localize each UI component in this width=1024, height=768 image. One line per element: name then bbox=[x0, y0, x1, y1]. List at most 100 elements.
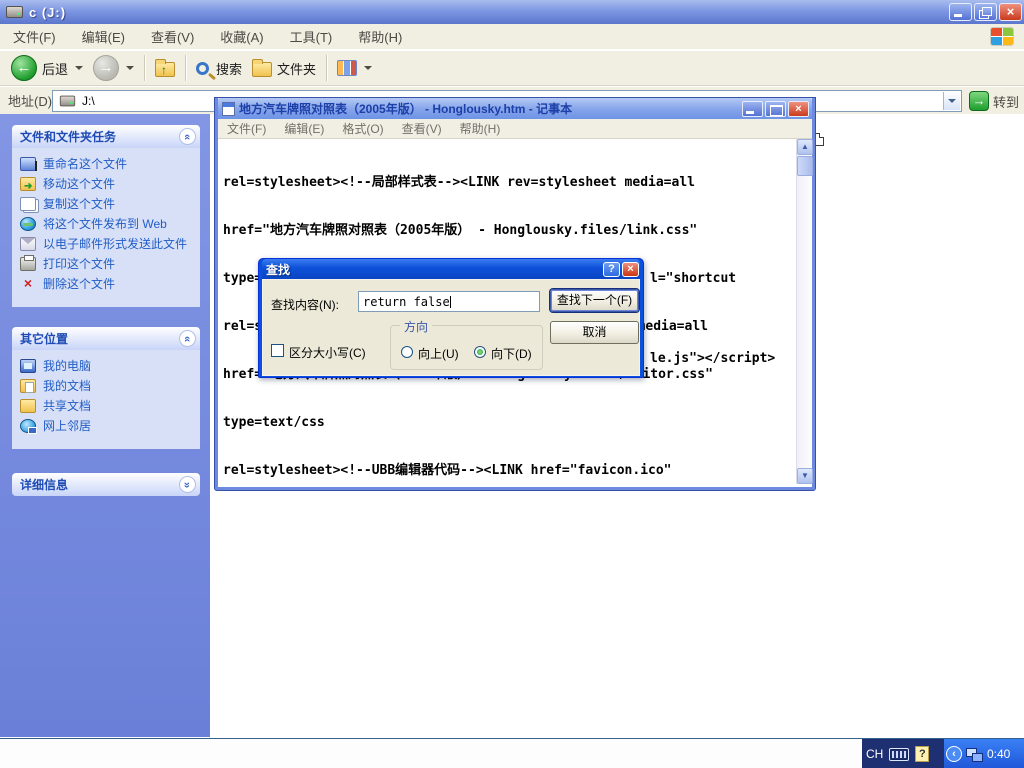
windows-logo-icon bbox=[990, 27, 1014, 46]
drive-icon bbox=[6, 6, 23, 18]
desktop-icon-fragment bbox=[814, 133, 824, 146]
explorer-title: c (J:) bbox=[29, 5, 66, 20]
up-button[interactable]: ↑ bbox=[150, 57, 180, 79]
notepad-titlebar[interactable]: 地方汽车牌照对照表（2005年版） - Honglousky.htm - 记事本… bbox=[218, 98, 812, 119]
search-button[interactable]: 搜索 bbox=[191, 57, 247, 80]
publish-web-icon bbox=[20, 217, 36, 231]
my-computer-icon bbox=[20, 359, 36, 373]
notepad-vertical-scrollbar[interactable]: ▲ ▼ bbox=[796, 139, 812, 484]
match-case-checkbox[interactable] bbox=[271, 344, 284, 357]
views-button[interactable] bbox=[332, 58, 377, 78]
task-copy-file[interactable]: 复制这个文件 bbox=[20, 197, 196, 211]
find-dialog-titlebar[interactable]: 查找 ? × bbox=[262, 259, 640, 279]
folders-button[interactable]: 文件夹 bbox=[247, 57, 321, 80]
scrollbar-thumb[interactable] bbox=[797, 156, 813, 176]
direction-up-radio[interactable] bbox=[401, 346, 413, 358]
explorer-close-button[interactable]: × bbox=[999, 3, 1022, 21]
scroll-up-icon[interactable]: ▲ bbox=[797, 139, 813, 155]
collapse-chevron-icon[interactable]: « bbox=[179, 330, 196, 347]
match-case-label[interactable]: 区分大小写(C) bbox=[289, 344, 366, 361]
find-next-button[interactable]: 查找下一个(F) bbox=[550, 289, 639, 312]
direction-down-label[interactable]: 向下(D) bbox=[491, 345, 532, 362]
task-print-file[interactable]: 打印这个文件 bbox=[20, 257, 196, 271]
tray-chevron-icon[interactable]: ‹ bbox=[946, 746, 962, 762]
up-folder-icon: ↑ bbox=[155, 62, 175, 77]
search-label: 搜索 bbox=[216, 59, 242, 78]
address-dropdown-button[interactable] bbox=[943, 92, 960, 110]
notepad-menu-view[interactable]: 查看(V) bbox=[393, 118, 451, 139]
forward-icon: → bbox=[93, 55, 119, 81]
views-icon bbox=[337, 60, 357, 76]
back-button[interactable]: ← 后退 bbox=[6, 53, 88, 83]
task-rename-file[interactable]: 重命名这个文件 bbox=[20, 157, 196, 171]
task-email-file[interactable]: 以电子邮件形式发送此文件 bbox=[20, 237, 196, 251]
direction-label: 方向 bbox=[400, 318, 432, 335]
other-places-header[interactable]: 其它位置 « bbox=[12, 327, 200, 350]
notepad-menu-format[interactable]: 格式(O) bbox=[333, 118, 392, 139]
copy-icon bbox=[20, 197, 36, 211]
forward-dropdown-icon[interactable] bbox=[126, 66, 134, 70]
place-network[interactable]: 网上邻居 bbox=[20, 419, 196, 433]
go-label[interactable]: 转到 bbox=[993, 92, 1019, 111]
file-tasks-header[interactable]: 文件和文件夹任务 « bbox=[12, 125, 200, 148]
details-header[interactable]: 详细信息 « bbox=[12, 473, 200, 496]
views-dropdown-icon[interactable] bbox=[364, 66, 372, 70]
collapse-chevron-icon[interactable]: « bbox=[179, 128, 196, 145]
direction-down-radio[interactable] bbox=[474, 346, 486, 358]
other-places-title: 其它位置 bbox=[20, 330, 179, 347]
text-line: rel=stylesheet><!--局部样式表--><LINK rev=sty… bbox=[223, 175, 796, 191]
delete-icon: × bbox=[20, 277, 36, 291]
explorer-menu-edit[interactable]: 编辑(E) bbox=[69, 24, 138, 49]
scroll-down-icon[interactable]: ▼ bbox=[797, 468, 813, 484]
task-move-file[interactable]: 移动这个文件 bbox=[20, 177, 196, 191]
clock: 0:40 bbox=[987, 747, 1010, 761]
rename-icon bbox=[20, 157, 36, 171]
explorer-task-pane: 文件和文件夹任务 « 重命名这个文件 移动这个文件 复制这个文件 bbox=[0, 114, 210, 737]
network-tray-icon[interactable] bbox=[966, 748, 983, 761]
direction-up-label[interactable]: 向上(U) bbox=[418, 345, 459, 362]
keyboard-icon[interactable] bbox=[889, 748, 909, 761]
text-line: rel=stylesheet><!--UBB编辑器代码--><LINK href… bbox=[223, 463, 796, 479]
explorer-menu-file[interactable]: 文件(F) bbox=[0, 24, 69, 49]
find-help-button[interactable]: ? bbox=[603, 262, 620, 277]
place-my-documents[interactable]: 我的文档 bbox=[20, 379, 196, 393]
go-icon[interactable]: → bbox=[969, 91, 989, 111]
drive-icon-small bbox=[60, 96, 75, 107]
explorer-titlebar: c (J:) × bbox=[0, 0, 1024, 24]
language-help-icon[interactable]: ? bbox=[915, 746, 929, 762]
address-value: J:\ bbox=[82, 94, 95, 108]
notepad-close-button[interactable]: × bbox=[788, 101, 809, 117]
explorer-restore-button[interactable] bbox=[974, 3, 997, 21]
my-documents-icon bbox=[20, 379, 36, 393]
task-delete-file[interactable]: × 删除这个文件 bbox=[20, 277, 196, 291]
explorer-menu-help[interactable]: 帮助(H) bbox=[345, 24, 415, 49]
notepad-menu-edit[interactable]: 编辑(E) bbox=[275, 118, 333, 139]
toolbar-separator bbox=[326, 55, 327, 81]
back-dropdown-icon[interactable] bbox=[75, 66, 83, 70]
explorer-minimize-button[interactable] bbox=[949, 3, 972, 21]
move-icon bbox=[20, 177, 36, 191]
task-publish-file[interactable]: 将这个文件发布到 Web bbox=[20, 217, 196, 231]
explorer-menu-tools[interactable]: 工具(T) bbox=[277, 24, 346, 49]
language-indicator[interactable]: CH bbox=[866, 747, 883, 761]
notepad-menu-file[interactable]: 文件(F) bbox=[218, 118, 275, 139]
details-section: 详细信息 « bbox=[12, 473, 200, 496]
cancel-button[interactable]: 取消 bbox=[550, 321, 639, 344]
details-title: 详细信息 bbox=[20, 476, 179, 493]
find-what-input[interactable]: return false bbox=[358, 291, 540, 312]
network-places-icon bbox=[20, 419, 36, 433]
forward-button[interactable]: → bbox=[88, 53, 139, 83]
expand-chevron-icon[interactable]: « bbox=[179, 476, 196, 493]
place-my-computer[interactable]: 我的电脑 bbox=[20, 359, 196, 373]
explorer-menu-favorites[interactable]: 收藏(A) bbox=[207, 24, 276, 49]
find-dialog: 查找 ? × 查找内容(N): return false 查找下一个(F) 取消… bbox=[258, 258, 644, 378]
notepad-maximize-button[interactable] bbox=[765, 101, 786, 117]
explorer-menubar: 文件(F) 编辑(E) 查看(V) 收藏(A) 工具(T) 帮助(H) bbox=[0, 24, 1024, 50]
find-close-button[interactable]: × bbox=[622, 262, 639, 277]
explorer-menu-view[interactable]: 查看(V) bbox=[138, 24, 207, 49]
notepad-minimize-button[interactable] bbox=[742, 101, 763, 117]
find-dialog-title: 查找 bbox=[266, 261, 601, 278]
place-shared-documents[interactable]: 共享文档 bbox=[20, 399, 196, 413]
text-line-fragment: le.js"></script> bbox=[650, 351, 775, 367]
notepad-menu-help[interactable]: 帮助(H) bbox=[451, 118, 510, 139]
